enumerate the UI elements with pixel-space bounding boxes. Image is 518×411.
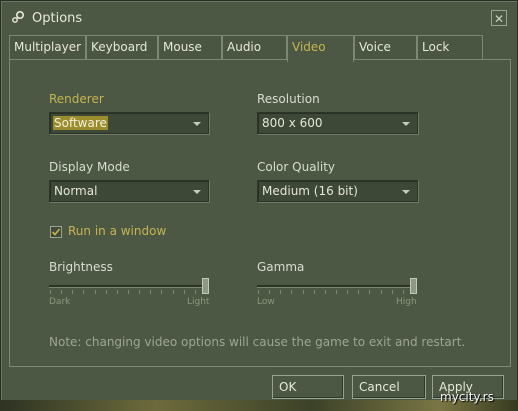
- gamma-slider-tick: [336, 290, 337, 294]
- brightness-slider-tick: [195, 290, 196, 294]
- brightness-slider-tick: [139, 290, 140, 294]
- gamma-slider-tick: [280, 290, 281, 294]
- color-quality-label: Color Quality: [257, 160, 336, 174]
- title-bar[interactable]: Options ✕: [1, 1, 517, 33]
- brightness-slider-thumb[interactable]: [202, 278, 209, 294]
- display-mode-label: Display Mode: [49, 160, 130, 174]
- resolution-label: Resolution: [257, 92, 320, 106]
- brightness-slider-tick: [61, 290, 62, 294]
- gamma-slider-track[interactable]: [257, 285, 417, 288]
- cancel-button[interactable]: Cancel: [352, 375, 426, 399]
- brightness-slider-track[interactable]: [49, 285, 209, 288]
- brightness-slider-tick: [150, 290, 151, 294]
- renderer-label: Renderer: [49, 92, 104, 106]
- brightness-slider-tick: [184, 290, 185, 294]
- gamma-slider-tick: [347, 290, 348, 294]
- gamma-slider-tick: [314, 290, 315, 294]
- gamma-slider-tick: [369, 290, 370, 294]
- brightness-slider-tick: [72, 290, 73, 294]
- brightness-max-label: Light: [187, 297, 210, 307]
- gamma-slider[interactable]: [257, 277, 419, 297]
- brightness-slider-tick: [83, 290, 84, 294]
- gamma-slider-tick: [291, 290, 292, 294]
- tab-lock[interactable]: Lock: [417, 35, 483, 59]
- color-quality-value: Medium (16 bit): [262, 184, 358, 198]
- cancel-label: Cancel: [359, 380, 400, 394]
- resolution-value: 800 x 600: [262, 116, 323, 130]
- chevron-down-icon: [402, 122, 410, 126]
- tab-audio[interactable]: Audio: [222, 35, 287, 59]
- ok-label: OK: [279, 380, 297, 394]
- chevron-down-icon: [402, 190, 410, 194]
- gamma-max-label: High: [396, 297, 417, 307]
- watermark: mycity.rs: [440, 390, 494, 404]
- brightness-slider[interactable]: [49, 277, 211, 297]
- gamma-min-label: Low: [257, 297, 275, 307]
- chevron-down-icon: [193, 190, 201, 194]
- brightness-slider-tick: [95, 290, 96, 294]
- gamma-slider-tick: [269, 290, 270, 294]
- options-dialog: Options ✕ Multiplayer Keyboard Mouse Aud…: [0, 0, 518, 402]
- brightness-slider-tick: [106, 290, 107, 294]
- color-quality-dropdown[interactable]: Medium (16 bit): [257, 180, 418, 202]
- brightness-label: Brightness: [49, 260, 113, 274]
- renderer-dropdown[interactable]: Software: [49, 112, 209, 134]
- gamma-slider-thumb[interactable]: [410, 278, 417, 294]
- close-button[interactable]: ✕: [491, 10, 507, 26]
- checkmark-icon: [51, 228, 61, 236]
- gamma-slider-tick: [358, 290, 359, 294]
- run-in-window-label[interactable]: Run in a window: [68, 224, 166, 238]
- gamma-slider-tick: [392, 290, 393, 294]
- gamma-slider-tick: [403, 290, 404, 294]
- tab-multiplayer[interactable]: Multiplayer: [9, 35, 86, 59]
- tab-label: Keyboard: [91, 40, 148, 54]
- chevron-down-icon: [193, 122, 201, 126]
- tab-label: Mouse: [163, 40, 202, 54]
- renderer-value: Software: [53, 116, 108, 130]
- gamma-slider-tick: [303, 290, 304, 294]
- display-mode-value: Normal: [54, 184, 98, 198]
- brightness-slider-tick: [161, 290, 162, 294]
- tab-mouse[interactable]: Mouse: [158, 35, 222, 59]
- tab-keyboard[interactable]: Keyboard: [86, 35, 158, 59]
- gamma-label: Gamma: [257, 260, 305, 274]
- brightness-slider-tick: [173, 290, 174, 294]
- tab-voice[interactable]: Voice: [354, 35, 417, 59]
- gamma-slider-tick: [258, 290, 259, 294]
- tab-video[interactable]: Video: [287, 35, 354, 62]
- tab-label: Voice: [359, 40, 391, 54]
- display-mode-dropdown[interactable]: Normal: [49, 180, 209, 202]
- tab-label: Multiplayer: [14, 40, 82, 54]
- brightness-slider-tick: [128, 290, 129, 294]
- gamma-slider-tick: [381, 290, 382, 294]
- ok-button[interactable]: OK: [272, 375, 344, 399]
- window-title: Options: [32, 11, 83, 26]
- brightness-min-label: Dark: [49, 297, 71, 307]
- tab-label: Video: [292, 40, 326, 54]
- tab-label: Lock: [422, 40, 450, 54]
- brightness-slider-tick: [117, 290, 118, 294]
- gamma-slider-tick: [325, 290, 326, 294]
- brightness-slider-tick: [50, 290, 51, 294]
- steam-logo-icon: [12, 10, 25, 23]
- run-in-window-checkbox[interactable]: [50, 226, 62, 238]
- tab-label: Audio: [227, 40, 262, 54]
- restart-note: Note: changing video options will cause …: [49, 335, 466, 349]
- resolution-dropdown[interactable]: 800 x 600: [257, 112, 418, 134]
- close-icon: ✕: [493, 12, 505, 26]
